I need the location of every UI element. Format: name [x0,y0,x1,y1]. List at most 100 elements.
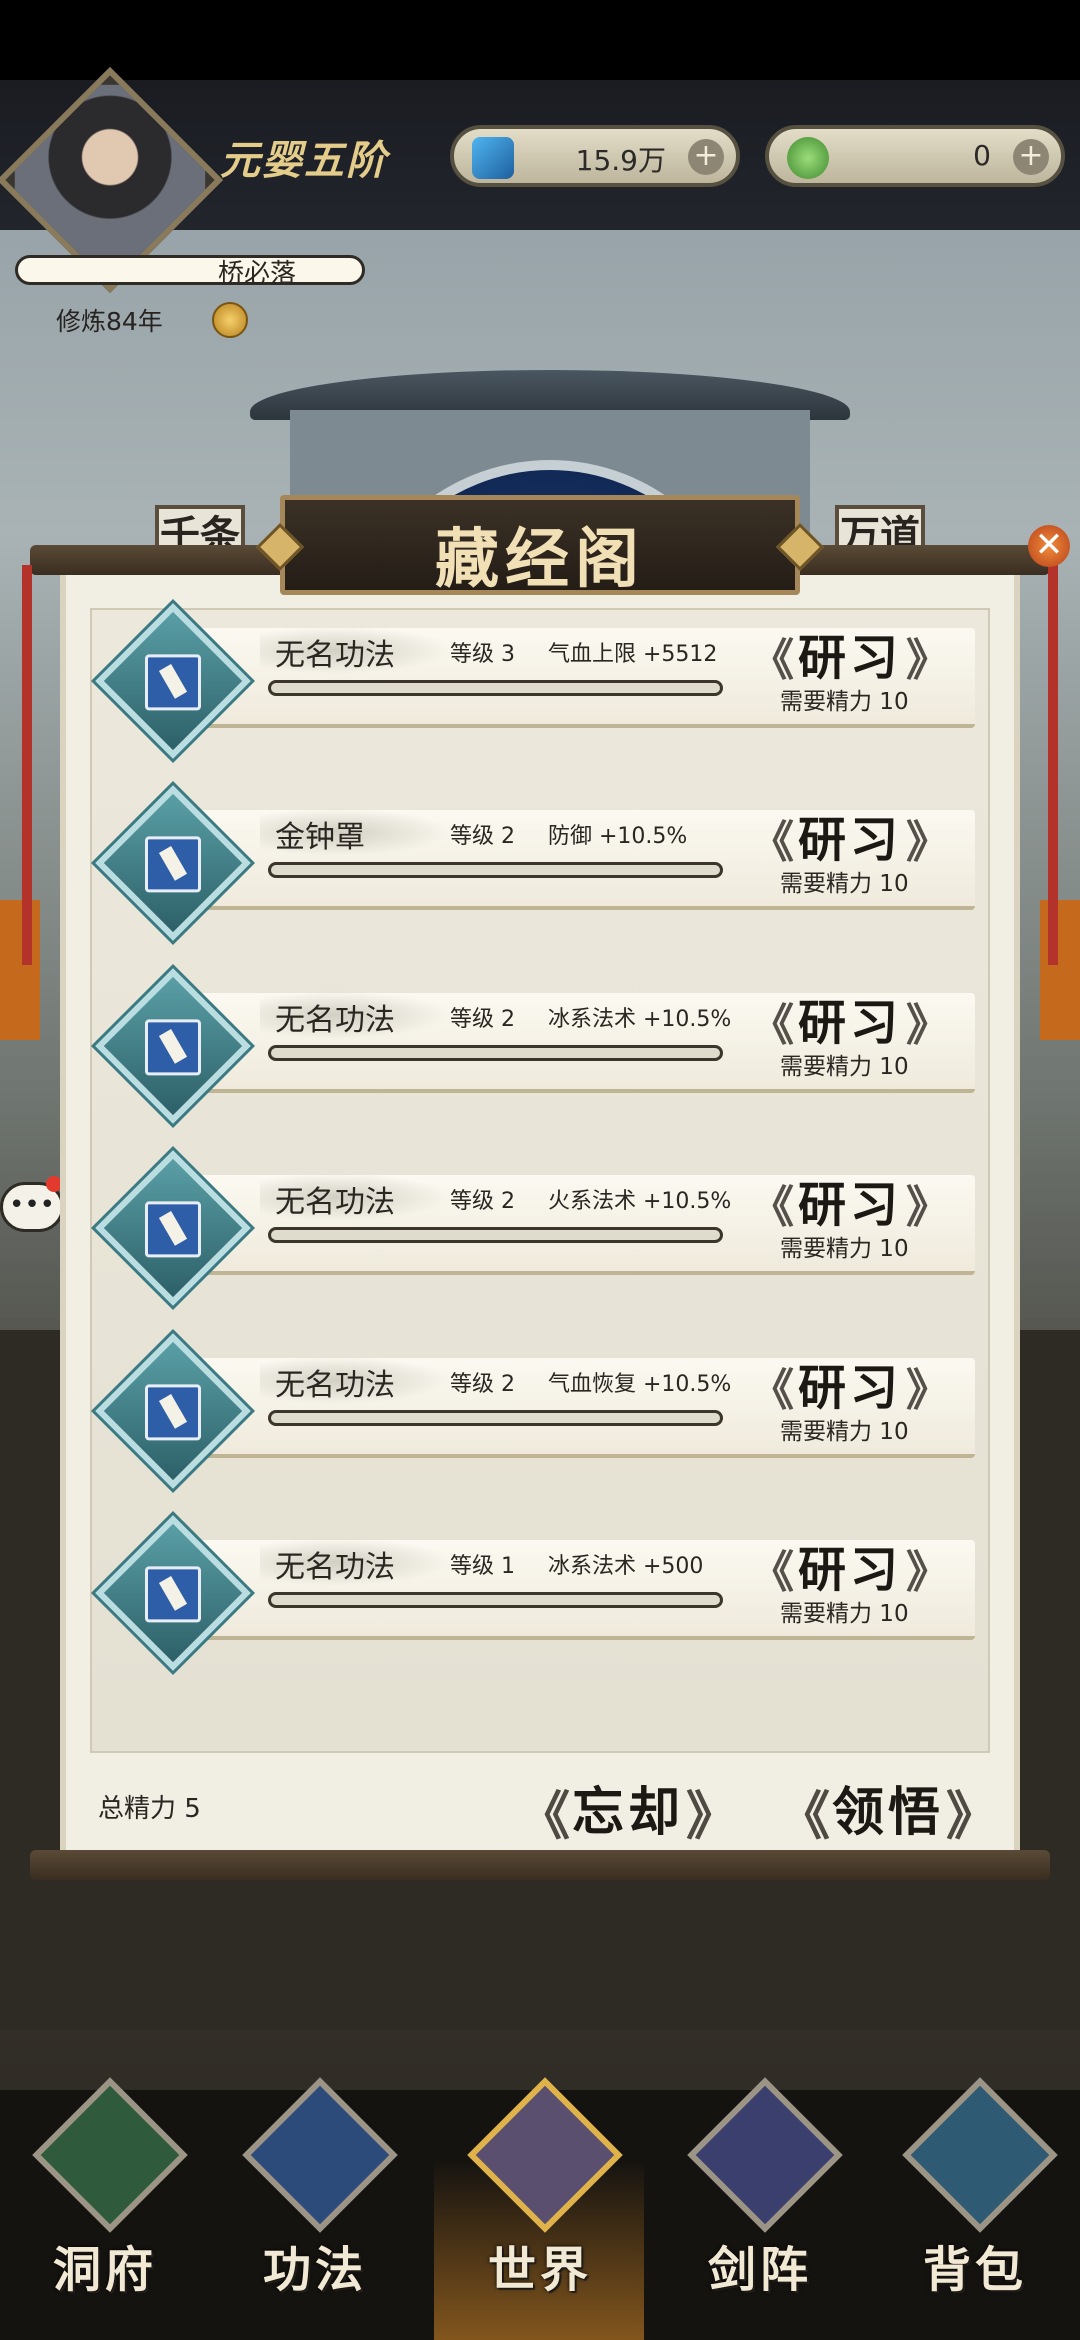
skill-effect: 气血恢复 +10.5% [548,1372,732,1397]
skill-effect: 冰系法术 +10.5% [548,1007,732,1032]
energy-cost: 需要精力 10 [780,1601,909,1627]
chevron-right-icon: 》 [906,1182,950,1233]
study-label: 研习 [797,812,902,868]
skill-effect: 气血上限 +5512 [548,642,718,667]
nav-label: 剑阵 [707,2242,812,2298]
chevron-right-icon: 》 [945,1787,998,1847]
cultivation-realm: 元婴五阶 [220,137,388,184]
total-energy: 总精力 5 [98,1794,201,1824]
gold-coin-icon[interactable] [212,302,248,338]
skill-row: 无名功法 等级 2 气血恢复 +10.5% 《 研习 》 需要精力 10 [95,1333,975,1489]
chevron-right-icon: 》 [906,1365,950,1416]
study-label: 研习 [797,1177,902,1233]
close-button[interactable]: ✕ [1028,525,1070,567]
skill-level: 等级 2 [450,824,515,849]
tassel-left [22,565,32,965]
skill-progress-bar [268,1045,723,1061]
skill-effect: 冰系法术 +500 [548,1554,704,1579]
manual-icon [145,1384,201,1441]
jade-coin-icon [787,137,829,179]
manual-icon [145,1201,201,1258]
skill-progress-bar [268,680,723,696]
scroll-rod-bottom [30,1850,1050,1880]
manual-icon [145,1566,201,1623]
nav-label: 洞府 [52,2242,157,2298]
manual-icon [145,1019,201,1076]
energy-cost: 需要精力 10 [780,1419,909,1445]
skill-level: 等级 2 [450,1007,515,1032]
skill-name: 无名功法 [275,1003,395,1038]
study-button[interactable]: 《 研习 》 [750,1348,950,1416]
skill-progress-bar [268,1410,723,1426]
energy-cost: 需要精力 10 [780,689,909,715]
technique-book-icon [242,2077,398,2233]
manual-icon [145,654,201,711]
skill-level: 等级 3 [450,642,515,667]
study-label: 研习 [797,1542,902,1598]
manual-icon [145,836,201,893]
nav-technique[interactable]: 功法 [215,2077,415,2320]
study-label: 研习 [797,630,902,686]
forget-button[interactable]: 《 忘却 》 [518,1768,738,1847]
cave-abode-icon [32,2077,188,2233]
world-mountain-icon [467,2077,623,2233]
resource-crystal: 15.9万 + [450,125,740,187]
chevron-right-icon: 》 [906,1547,950,1598]
study-label: 研习 [797,1360,902,1416]
study-button[interactable]: 《 研习 》 [750,1165,950,1233]
skill-effect: 火系法术 +10.5% [548,1189,732,1214]
skill-progress-bar [268,1227,723,1243]
chevron-right-icon: 》 [685,1787,738,1847]
cultivation-years: 修炼84年 [56,307,163,336]
add-crystal-button[interactable]: + [688,139,724,175]
skill-level: 等级 2 [450,1189,515,1214]
study-button[interactable]: 《 研习 》 [750,618,950,686]
crystal-amount: 15.9万 [575,144,666,177]
nav-label: 世界 [487,2242,592,2298]
tassel-right [1048,565,1058,965]
energy-cost: 需要精力 10 [780,1236,909,1262]
skill-progress-bar [268,1592,723,1608]
energy-cost: 需要精力 10 [780,871,909,897]
resource-jade: 0 + [765,125,1065,187]
skill-row: 无名功法 等级 2 火系法术 +10.5% 《 研习 》 需要精力 10 [95,1150,975,1306]
panel-title-board: 藏经阁 [255,495,825,597]
nav-backpack[interactable]: 背包 [875,2077,1075,2320]
nav-world[interactable]: 世界 [440,2077,640,2320]
backpack-bag-icon [902,2077,1058,2233]
skill-level: 等级 2 [450,1372,515,1397]
energy-cost: 需要精力 10 [780,1054,909,1080]
chevron-right-icon: 》 [906,635,950,686]
chevron-right-icon: 》 [906,1000,950,1051]
name-bar [15,255,365,285]
player-name: 桥必落 [218,259,297,289]
skill-row: 金钟罩 等级 2 防御 +10.5% 《 研习 》 需要精力 10 [95,785,975,941]
chevron-right-icon: 》 [906,817,950,868]
blue-crystal-icon [472,137,514,179]
skill-progress-bar [268,862,723,878]
add-jade-button[interactable]: + [1013,139,1049,175]
study-button[interactable]: 《 研习 》 [750,1530,950,1598]
comprehend-label: 领悟 [831,1782,944,1843]
nav-cave-abode[interactable]: 洞府 [5,2077,205,2320]
study-label: 研习 [797,995,902,1051]
comprehend-button[interactable]: 《 领悟 》 [778,1768,998,1847]
nav-label: 背包 [922,2242,1027,2298]
skill-row: 无名功法 等级 3 气血上限 +5512 《 研习 》 需要精力 10 [95,603,975,759]
skill-name: 无名功法 [275,1368,395,1403]
skill-name: 无名功法 [275,1550,395,1585]
skill-row: 无名功法 等级 1 冰系法术 +500 《 研习 》 需要精力 10 [95,1515,975,1671]
forget-label: 忘却 [571,1782,684,1843]
skill-name: 无名功法 [275,1185,395,1220]
sword-array-icon [687,2077,843,2233]
nav-sword-array[interactable]: 剑阵 [660,2077,860,2320]
study-button[interactable]: 《 研习 》 [750,983,950,1051]
skill-name: 无名功法 [275,638,395,673]
nav-label: 功法 [262,2242,367,2298]
study-button[interactable]: 《 研习 》 [750,800,950,868]
skill-row: 无名功法 等级 2 冰系法术 +10.5% 《 研习 》 需要精力 10 [95,968,975,1124]
skill-name: 金钟罩 [275,820,365,855]
skill-effect: 防御 +10.5% [548,824,688,849]
skill-level: 等级 1 [450,1554,515,1579]
jade-amount: 0 [973,139,991,172]
